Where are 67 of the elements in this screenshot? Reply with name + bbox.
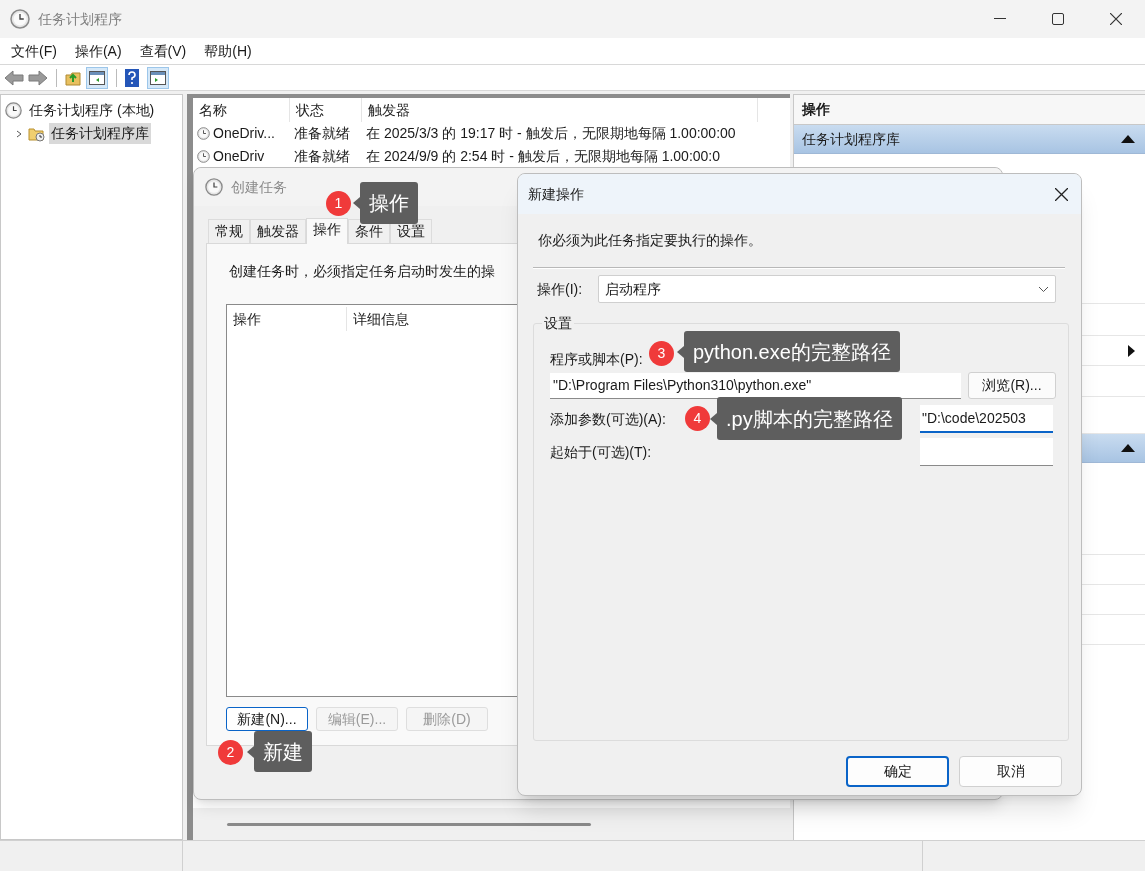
tooltip-pointer-icon [710,412,717,425]
field-label: 程序或脚本(P): [550,350,643,369]
clock-icon [197,150,210,163]
help-icon[interactable] [125,68,139,87]
column-header[interactable]: 名称 [193,98,290,122]
menu-item[interactable]: 操作(A) [66,39,130,63]
dialog-button[interactable]: 取消 [959,756,1062,787]
annotation-tooltip: 新建 [254,731,312,772]
field-label: 添加参数(可选)(A): [550,409,666,429]
clock-icon [205,178,223,196]
table-cell-text: 在 2025/3/3 的 19:17 时 - 触发后，无限期地每隔 1.00:00:00 [366,124,736,143]
tooltip-pointer-icon [247,745,254,758]
dialog-button[interactable]: 确定 [846,756,949,787]
chevron-down-icon [1038,285,1049,293]
start-in-field[interactable] [920,438,1053,466]
clock-icon [10,9,30,29]
table-cell-text: 准备就绪 [294,124,350,143]
panel-toggle-icon[interactable] [86,66,108,89]
arguments-field[interactable]: "D:\code\202503 [920,405,1053,433]
close-icon [1110,13,1122,25]
annotation-tooltip: .py脚本的完整路径 [717,397,902,440]
submenu-arrow-icon[interactable] [1128,344,1135,357]
pane-header: 操作 [794,95,1145,125]
menu-item[interactable]: 帮助(H) [196,39,260,63]
program-path-field[interactable]: "D:\Program Files\Python310\python.exe" [550,372,961,399]
description-text: 创建任务时，必须指定任务启动时发生的操 [229,263,495,279]
tab[interactable]: 触发器 [250,219,306,243]
tab[interactable]: 常规 [208,219,250,243]
minimize-icon [994,18,1006,20]
annotation-tooltip: 操作 [360,182,418,224]
dialog-title: 创建任务 [231,177,287,197]
instruction-text: 你必须为此任务指定要执行的操作。 [537,231,763,250]
maximize-icon [1052,13,1064,25]
table-cell-text: 准备就绪 [294,147,350,166]
tree-item[interactable]: 任务计划程序库 [49,123,151,144]
column-header[interactable]: 状态 [290,98,362,122]
column-header[interactable]: 触发器 [362,98,758,122]
table-cell-text: OneDriv... [213,124,275,143]
field-label: 起始于(可选)(T): [550,442,652,462]
annotation-tooltip: python.exe的完整路径 [684,331,900,372]
folder-up-icon[interactable] [65,69,81,86]
menu-item[interactable]: 查看(V) [131,39,195,63]
forward-arrow-icon[interactable] [28,69,48,86]
tooltip-pointer-icon [353,197,360,209]
dialog-button[interactable]: 新建(N)... [226,707,308,731]
collapse-arrow-icon[interactable] [1121,444,1135,452]
clock-icon [197,127,210,140]
browse-button[interactable]: 浏览(R)... [968,372,1056,399]
table-cell-text: OneDriv [213,147,265,166]
window-title: 任务计划程序 [38,9,122,29]
close-icon [1054,187,1068,201]
field-label: 操作(I): [537,279,584,299]
clock-icon [5,102,22,119]
dialog-title: 新建操作 [528,184,584,204]
column-header[interactable]: 操作 [227,307,347,331]
back-arrow-icon[interactable] [4,69,24,86]
table-cell-text: 在 2024/9/9 的 2:54 时 - 触发后，无限期地每隔 1.00:00:0 [366,147,721,166]
section-header[interactable]: 任务计划程序库 [794,125,1145,154]
panel-toggle-icon[interactable] [147,66,169,89]
action-dropdown[interactable]: 启动程序 [598,275,1056,303]
section-title: 任务计划程序库 [802,129,900,149]
folder-clock-icon [28,125,46,142]
collapse-arrow-icon[interactable] [1121,135,1135,143]
tooltip-pointer-icon [677,345,684,358]
menu-item[interactable]: 文件(F) [3,39,65,63]
tree-item[interactable]: 任务计划程序 (本地) [27,100,157,121]
tab[interactable]: 操作 [306,218,348,244]
